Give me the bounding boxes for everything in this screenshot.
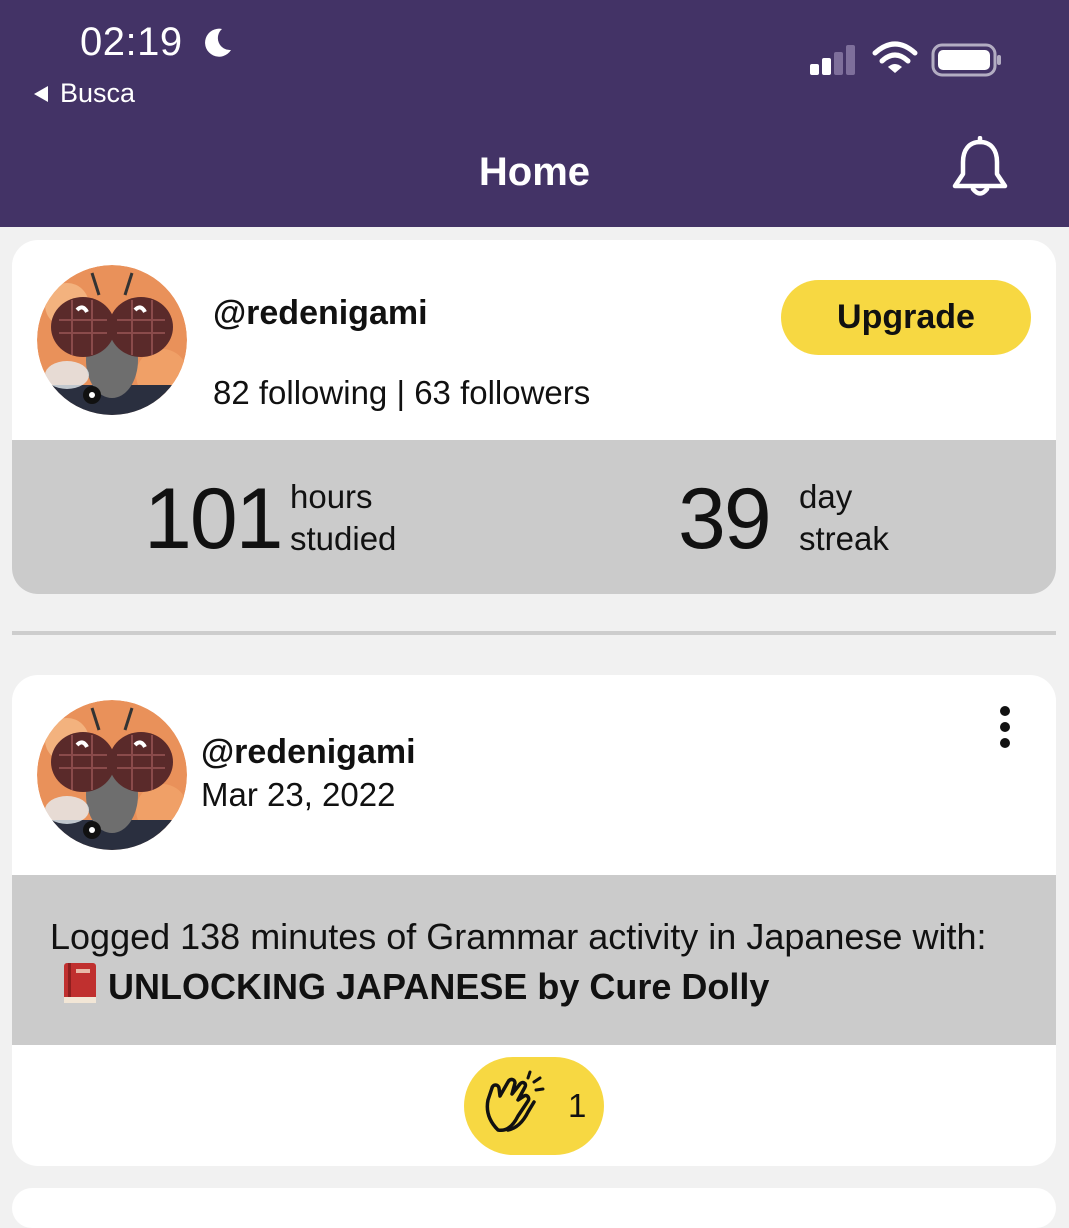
day-streak-value: 39 bbox=[678, 471, 772, 567]
status-time: 02:19 bbox=[80, 20, 183, 64]
bell-icon[interactable] bbox=[949, 136, 1011, 200]
post-date: Mar 23, 2022 bbox=[201, 776, 396, 813]
hours-studied-value: 101 bbox=[144, 471, 283, 567]
profile-username[interactable]: @redenigami bbox=[213, 294, 428, 333]
next-post-card bbox=[12, 1188, 1056, 1228]
section-divider bbox=[12, 631, 1056, 635]
back-arrow-icon bbox=[34, 85, 48, 102]
clapping-hands-icon bbox=[485, 1070, 545, 1133]
battery-icon bbox=[931, 43, 1001, 77]
study-stats: 101 hours studied 39 day streak bbox=[12, 440, 1056, 594]
hours-unit: hours bbox=[290, 478, 373, 515]
hours-studied-label: hours studied bbox=[290, 476, 396, 560]
clap-button[interactable]: 1 bbox=[464, 1057, 604, 1155]
streak-desc: streak bbox=[799, 520, 889, 557]
hours-desc: studied bbox=[290, 520, 397, 557]
day-streak-label: day streak bbox=[799, 476, 889, 560]
page-title: Home bbox=[478, 150, 591, 194]
wifi-icon bbox=[872, 41, 918, 73]
app-header: 02:19 Busca Home bbox=[0, 0, 1069, 227]
profile-card: @redenigami 82 following | 63 followers … bbox=[12, 240, 1056, 594]
follow-stats[interactable]: 82 following | 63 followers bbox=[213, 374, 590, 412]
fly-avatar-image bbox=[37, 700, 187, 850]
avatar[interactable] bbox=[37, 265, 187, 415]
streak-unit: day bbox=[799, 478, 853, 515]
clap-count: 1 bbox=[568, 1087, 587, 1124]
post-avatar[interactable] bbox=[37, 700, 187, 850]
signal-icon bbox=[810, 45, 855, 75]
activity-summary: Logged 138 minutes of Grammar activity i… bbox=[12, 875, 1056, 1045]
red-book-icon bbox=[64, 963, 96, 1003]
upgrade-button[interactable]: Upgrade bbox=[781, 280, 1031, 355]
more-vertical-icon[interactable] bbox=[992, 705, 1018, 749]
activity-resource-title[interactable]: UNLOCKING JAPANESE by Cure Dolly bbox=[108, 966, 769, 1007]
fly-avatar-image bbox=[37, 265, 187, 415]
post-username[interactable]: @redenigami bbox=[201, 733, 416, 772]
activity-prefix: Logged 138 minutes of Grammar activity i… bbox=[50, 916, 987, 957]
back-link[interactable]: Busca bbox=[32, 78, 135, 109]
moon-icon bbox=[205, 28, 231, 57]
activity-post-card: @redenigami Mar 23, 2022 Logged 138 minu… bbox=[12, 675, 1056, 1166]
activity-text: Logged 138 minutes of Grammar activity i… bbox=[50, 913, 1040, 1011]
back-link-label: Busca bbox=[60, 78, 136, 108]
